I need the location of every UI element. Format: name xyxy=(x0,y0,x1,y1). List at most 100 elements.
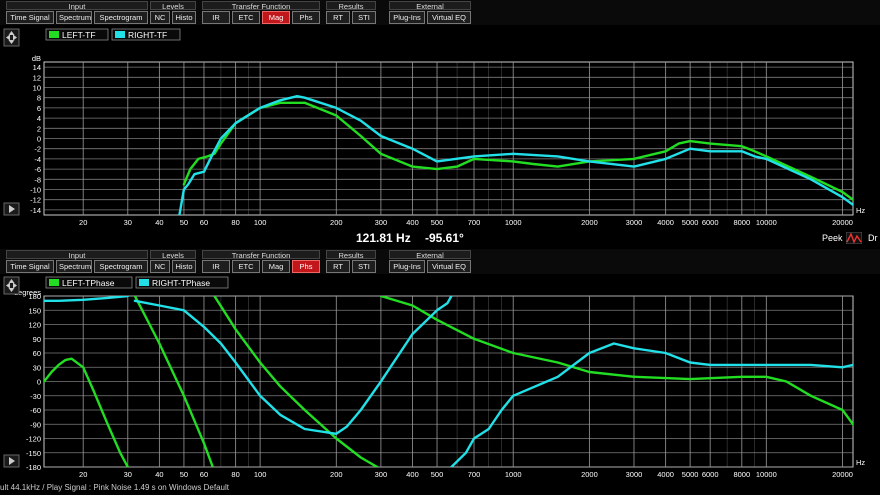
bottom-plug-ins-button[interactable]: Plug-Ins xyxy=(389,260,425,273)
phs-xtick-label: 60 xyxy=(200,470,208,479)
group-title: Levels xyxy=(150,1,196,11)
phs-xtick-label: 6000 xyxy=(702,470,719,479)
bottom-sti-button[interactable]: STI xyxy=(352,260,376,273)
bottom-group-levels: Levels NC Histo xyxy=(150,250,196,273)
bottom-rt-button[interactable]: RT xyxy=(326,260,350,273)
mag-xtick-label: 10000 xyxy=(756,218,777,227)
top-rt-button[interactable]: RT xyxy=(326,11,350,24)
mag-xtick-label: 400 xyxy=(406,218,419,227)
phs-ytick-label: -60 xyxy=(30,406,41,415)
phs-xtick-label: 50 xyxy=(180,470,188,479)
phs-xtick-label: 20 xyxy=(79,470,87,479)
peek-label[interactable]: Peek xyxy=(822,233,843,243)
group-title: Levels xyxy=(150,250,196,260)
group-title: Transfer Function xyxy=(202,1,320,11)
mag-ytick-label: 2 xyxy=(37,124,41,133)
phs-ytick-label: -150 xyxy=(26,449,41,458)
phs-xlabel: Hz xyxy=(856,458,865,467)
bottom-etc-button[interactable]: ETC xyxy=(232,260,260,273)
bottom-histo-button[interactable]: Histo xyxy=(172,260,196,273)
group-title: External xyxy=(389,1,471,11)
bottom-time-signal-button[interactable]: Time Signal xyxy=(6,260,54,273)
top-time-signal-button[interactable]: Time Signal xyxy=(6,11,54,24)
phase-panel: 180 150 120 90 60 30 0 -30 -60 -90 -120 -150 -180 20 3… xyxy=(0,274,880,481)
mag-ytick-label: -2 xyxy=(34,145,41,154)
top-histo-button[interactable]: Histo xyxy=(172,11,196,24)
mag-ytick-label: 12 xyxy=(33,73,41,82)
peek-extra-label: Dr xyxy=(868,233,878,243)
bottom-mag-button[interactable]: Mag xyxy=(262,260,290,273)
bottom-spectrum-button[interactable]: Spectrum xyxy=(56,260,92,273)
phs-move-icon[interactable] xyxy=(3,276,20,295)
phs-xtick-label: 40 xyxy=(155,470,163,479)
mag-ytick-label: 6 xyxy=(37,104,41,113)
mag-ytick-label: -14 xyxy=(30,206,41,215)
top-virtual-eq-button[interactable]: Virtual EQ xyxy=(427,11,471,24)
phs-play-icon[interactable] xyxy=(3,454,20,468)
top-ir-button[interactable]: IR xyxy=(202,11,230,24)
mag-xtick-label: 80 xyxy=(231,218,239,227)
phs-xtick-label: 3000 xyxy=(626,470,643,479)
phs-xtick-label: 10000 xyxy=(756,470,777,479)
mag-ytick-label: -12 xyxy=(30,196,41,205)
mag-xtick-label: 3000 xyxy=(626,218,643,227)
phs-ytick-label: -30 xyxy=(30,392,41,401)
mag-ytick-label: -8 xyxy=(34,175,41,184)
top-mag-button[interactable]: Mag xyxy=(262,11,290,24)
magnitude-panel: 14 12 10 8 6 4 2 0 -2 -4 -6 -8 -10 -12 -14 20 30 40 50 60 80… xyxy=(0,25,880,230)
phs-ytick-label: -120 xyxy=(26,435,41,444)
mag-xtick-label: 4000 xyxy=(657,218,674,227)
magnitude-chart[interactable]: 14121086420-2-4-6-8-10-12-1420 30 40 50 60 80… xyxy=(0,25,880,230)
group-title: Input xyxy=(6,1,148,11)
top-group-input: Input Time Signal Spectrum Spectrogram xyxy=(6,1,148,24)
phs-ytick-label: 120 xyxy=(28,321,41,330)
bottom-virtual-eq-button[interactable]: Virtual EQ xyxy=(427,260,471,273)
mag-legend-label: RIGHT-TF xyxy=(128,30,167,40)
mag-ytick-label: 10 xyxy=(33,84,41,93)
phs-legend-label: RIGHT-TPhase xyxy=(152,278,210,288)
top-sti-button[interactable]: STI xyxy=(352,11,376,24)
mag-xtick-label: 500 xyxy=(431,218,444,227)
phase-chart[interactable]: 1801501209060300-30-60-90-120-150-18020 3… xyxy=(0,274,880,481)
phs-xtick-label: 1000 xyxy=(505,470,522,479)
top-nc-button[interactable]: NC xyxy=(150,11,170,24)
phs-ytick-label: 90 xyxy=(33,335,41,344)
bottom-ir-button[interactable]: IR xyxy=(202,260,230,273)
top-phs-button[interactable]: Phs xyxy=(292,11,320,24)
mag-xtick-label: 5000 xyxy=(682,218,699,227)
mag-legend-swatch xyxy=(49,31,59,38)
mag-move-icon[interactable] xyxy=(3,28,20,47)
top-group-transfer-function: Transfer Function IR ETC Mag Phs xyxy=(202,1,320,24)
mag-ytick-label: 0 xyxy=(37,135,41,144)
top-group-external: External Plug-Ins Virtual EQ xyxy=(389,1,471,24)
mag-xlabel: Hz xyxy=(856,206,865,215)
mag-xtick-label: 60 xyxy=(200,218,208,227)
mag-xtick-label: 300 xyxy=(375,218,388,227)
bottom-phs-button[interactable]: Phs xyxy=(292,260,320,273)
mag-legend-label: LEFT-TF xyxy=(62,30,96,40)
status-bar: ult 44.1kHz / Play Signal : Pink Noise 1… xyxy=(0,481,880,495)
top-etc-button[interactable]: ETC xyxy=(232,11,260,24)
bottom-group-input: Input Time Signal Spectrum Spectrogram xyxy=(6,250,148,273)
bottom-group-results: Results RT STI xyxy=(326,250,376,273)
mag-xtick-label: 8000 xyxy=(733,218,750,227)
phs-xtick-label: 20000 xyxy=(832,470,853,479)
bottom-spectrogram-button[interactable]: Spectrogram xyxy=(94,260,148,273)
mag-xtick-label: 50 xyxy=(180,218,188,227)
mag-xtick-label: 100 xyxy=(254,218,267,227)
phs-ytick-label: 60 xyxy=(33,349,41,358)
status-text: ult 44.1kHz / Play Signal : Pink Noise 1… xyxy=(0,483,229,492)
phs-xtick-label: 2000 xyxy=(581,470,598,479)
mag-play-icon[interactable] xyxy=(3,202,20,216)
top-spectrum-button[interactable]: Spectrum xyxy=(56,11,92,24)
bottom-nc-button[interactable]: NC xyxy=(150,260,170,273)
top-plug-ins-button[interactable]: Plug-Ins xyxy=(389,11,425,24)
mag-ytick-label: -10 xyxy=(30,186,41,195)
phs-legend-swatch xyxy=(49,279,59,286)
bottom-group-external: External Plug-Ins Virtual EQ xyxy=(389,250,471,273)
peek-icon[interactable] xyxy=(846,232,862,244)
mag-ytick-label: 4 xyxy=(37,114,41,123)
top-spectrogram-button[interactable]: Spectrogram xyxy=(94,11,148,24)
mag-xtick-label: 1000 xyxy=(505,218,522,227)
mag-ylabel: dB xyxy=(32,54,41,63)
